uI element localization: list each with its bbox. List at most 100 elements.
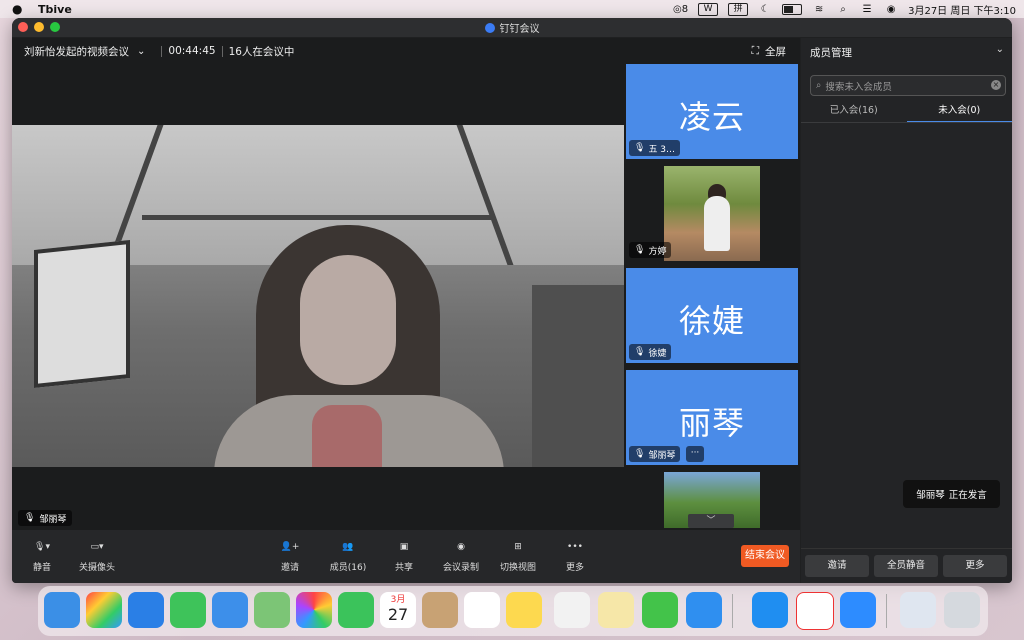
siri-icon[interactable]: ◉ <box>884 2 898 16</box>
video-beam <box>142 215 492 220</box>
main-speaker-name: 邹丽琴 <box>39 514 67 525</box>
participant-tile[interactable]: 凌云 🎙 五 3… <box>626 64 798 159</box>
fullscreen-label: 全屏 <box>765 46 786 58</box>
more-button[interactable]: ••• 更多 <box>547 536 603 578</box>
input-method-icon[interactable]: 拼 <box>728 2 749 16</box>
wifi-icon[interactable]: ≋ <box>812 2 826 16</box>
participants-status: 16人在会议中 <box>228 45 295 58</box>
photos-icon[interactable] <box>296 592 332 628</box>
invite-button[interactable]: 👤+ 邀请 <box>262 536 318 578</box>
meeting-toolbar: 🎙▾ 静音 ▭▾ 关摄像头 👤+ 邀请 👥 成员(16) ▣ 共享 ◉ 会议录制… <box>12 530 800 583</box>
participant-more-button[interactable]: ··· <box>686 446 704 462</box>
participant-name: 五 3… <box>648 144 676 155</box>
speaking-name: 邹丽琴 <box>916 490 945 501</box>
tab-not-joined[interactable]: 未入会(0) <box>906 100 1012 122</box>
window-titlebar: 钉钉会议 <box>12 18 1012 37</box>
notes-icon[interactable] <box>506 592 542 628</box>
end-meeting-button[interactable]: 结束会议 <box>741 545 789 567</box>
facetime-icon[interactable] <box>338 592 374 628</box>
microphone-icon: 🎙▾ <box>34 542 50 552</box>
moon-icon[interactable]: ☾ <box>758 2 772 16</box>
gallery-scroll-down-button[interactable]: ﹀ <box>688 514 734 528</box>
microphone-muted-icon: 🎙 <box>634 143 646 153</box>
search-icon[interactable]: ⌕ <box>836 2 850 16</box>
dingtalk-dock-icon[interactable] <box>752 592 788 628</box>
fullscreen-icon: ⛶ <box>751 45 759 57</box>
mute-all-button[interactable]: 全员静音 <box>874 555 938 577</box>
photo-person-body <box>704 196 730 251</box>
participant-tile[interactable]: 🎙 方婷 <box>626 166 798 261</box>
tab-joined[interactable]: 已入会(16) <box>801 100 907 122</box>
divider <box>161 45 163 57</box>
switch-view-button[interactable]: ⊞ 切换视图 <box>490 536 546 578</box>
contacts-icon[interactable] <box>422 592 458 628</box>
panel-invite-button[interactable]: 邀请 <box>805 555 869 577</box>
app-store-icon[interactable] <box>686 592 722 628</box>
meeting-duration: 00:44:45 <box>168 45 216 57</box>
participant-video <box>664 166 760 261</box>
calendar-month: 3月 <box>390 595 406 605</box>
member-tabs: 已入会(16) 未入会(0) <box>801 100 1012 123</box>
launchpad-icon[interactable] <box>86 592 122 628</box>
share-button[interactable]: ▣ 共享 <box>376 536 432 578</box>
calendar-day: 27 <box>387 605 409 624</box>
trash-icon[interactable] <box>944 592 980 628</box>
chevron-down-icon[interactable]: ⌄ <box>996 44 1004 55</box>
main-video[interactable] <box>12 125 624 467</box>
notification-badge[interactable]: ◎ 8 <box>673 2 688 16</box>
maps-icon[interactable] <box>254 592 290 628</box>
minimize-window-button[interactable] <box>34 22 44 32</box>
menu-app-name[interactable]: Tbive <box>38 3 72 16</box>
record-button[interactable]: ◉ 会议录制 <box>433 536 489 578</box>
finder-icon[interactable] <box>44 592 80 628</box>
minimized-window-thumbnail[interactable] <box>900 592 936 628</box>
control-center-icon[interactable]: ☰ <box>860 2 874 16</box>
safari-icon[interactable] <box>128 592 164 628</box>
menubar-clock[interactable]: 3月27日 周日 下午3:10 <box>908 2 1016 17</box>
member-search-input[interactable]: ⌕ 搜索未入会成员 × <box>810 75 1006 96</box>
fullscreen-button[interactable]: ⛶ 全屏 <box>752 44 786 59</box>
meeting-title[interactable]: 刘新怡发起的视频会议 <box>24 44 129 59</box>
panel-more-button[interactable]: 更多 <box>943 555 1007 577</box>
microphone-muted-icon: 🎙 <box>634 347 646 357</box>
pages-icon[interactable] <box>598 592 634 628</box>
reminders-icon[interactable] <box>464 592 500 628</box>
camera-off-label: 关摄像头 <box>78 563 115 573</box>
dingtalk-icon <box>484 22 495 33</box>
wps-icon[interactable]: W <box>698 2 719 16</box>
participant-tile-active[interactable]: 丽琴 🎙 邹丽琴 ··· <box>626 370 798 465</box>
members-button[interactable]: 👥 成员(16) <box>320 536 376 578</box>
battery-icon[interactable] <box>782 3 803 15</box>
more-label: 更多 <box>565 563 584 573</box>
wps-dock-icon[interactable] <box>796 592 834 630</box>
zoom-icon[interactable] <box>840 592 876 628</box>
participant-tile[interactable]: 徐婕 🎙 徐婕 <box>626 268 798 363</box>
microphone-icon: 🎙 <box>24 513 36 523</box>
record-label: 会议录制 <box>442 563 479 573</box>
participant-name: 方婷 <box>648 246 667 257</box>
main-stage: 🎙 邹丽琴 <box>12 64 624 530</box>
chevron-down-icon[interactable]: ⌄ <box>137 46 145 57</box>
microphone-icon: 🎙 <box>634 449 646 459</box>
numbers-icon[interactable] <box>554 592 590 628</box>
panel-actions: 邀请 全员静音 更多 <box>801 548 1012 583</box>
wechat-icon[interactable] <box>642 592 678 628</box>
participant-name: 徐婕 <box>648 348 667 359</box>
microphone-muted-icon: 🎙 <box>634 245 646 255</box>
video-person-face <box>300 255 396 385</box>
camera-off-button[interactable]: ▭▾ 关摄像头 <box>69 536 125 578</box>
mute-button[interactable]: 🎙▾ 静音 <box>14 536 70 578</box>
close-window-button[interactable] <box>18 22 28 32</box>
dock-separator <box>886 594 887 628</box>
members-label: 成员(16) <box>329 563 367 573</box>
gallery-strip: ︿ 凌云 🎙 五 3… 🎙 方婷 徐婕 🎙 徐婕 <box>624 64 800 530</box>
share-screen-icon: ▣ <box>399 542 409 552</box>
grid-view-icon: ⊞ <box>514 542 522 552</box>
clear-icon[interactable]: × <box>991 80 1001 90</box>
mail-icon[interactable] <box>212 592 248 628</box>
apple-icon[interactable]: ● <box>12 2 26 16</box>
messages-icon[interactable] <box>170 592 206 628</box>
maximize-window-button[interactable] <box>50 22 60 32</box>
dock: 3月 27 <box>38 586 988 636</box>
calendar-icon[interactable]: 3月 27 <box>380 592 416 628</box>
